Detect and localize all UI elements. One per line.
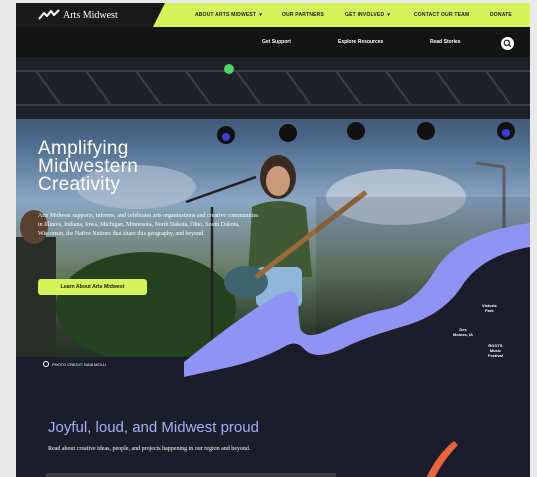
search-button[interactable] — [501, 37, 514, 50]
learn-about-button[interactable]: Learn About Arts Midwest — [38, 279, 147, 295]
chevron-down-icon: ▾ — [387, 12, 390, 18]
nav-contact[interactable]: CONTACT OUR TEAM — [414, 12, 469, 18]
hero-section: Amplifying Midwestern Creativity Arts Mi… — [16, 57, 530, 377]
top-nav: ABOUT ARTS MIDWEST ▾ OUR PARTNERS GET INV… — [153, 3, 530, 27]
page: Arts Midwest ABOUT ARTS MIDWEST ▾ OUR PAR… — [16, 3, 530, 477]
section-title: Joyful, loud, and Midwest proud — [48, 419, 259, 436]
nav-partners[interactable]: OUR PARTNERS — [282, 12, 324, 18]
section-subtitle: Read about creative ideas, people, and p… — [48, 446, 251, 452]
nav-get-involved[interactable]: GET INVOLVED ▾ — [345, 12, 390, 18]
decorative-swoosh — [426, 441, 458, 477]
chevron-down-icon: ▾ — [259, 12, 262, 18]
map-label-victoria-park[interactable]: Victoria Park — [482, 303, 497, 313]
nav-donate[interactable]: DONATE — [490, 12, 512, 18]
logo-link[interactable]: Arts Midwest — [38, 8, 118, 22]
story-thumbnail[interactable] — [46, 473, 336, 477]
secondary-nav: Get Support Explore Resources Read Stori… — [16, 27, 530, 57]
search-icon — [503, 39, 512, 48]
logo-icon — [38, 9, 60, 20]
stories-section: Joyful, loud, and Midwest proud Read abo… — [16, 377, 530, 477]
nav-explore-resources[interactable]: Explore Resources — [338, 39, 383, 45]
top-bar: Arts Midwest ABOUT ARTS MIDWEST ▾ OUR PAR… — [16, 3, 530, 27]
hero-description: Arts Midwest supports, informs, and cele… — [38, 213, 259, 237]
map-label-des-moines[interactable]: Des Moines, IA — [453, 327, 473, 337]
camera-icon — [43, 361, 49, 367]
map-label-roots-festival[interactable]: ROOTS Music Festival — [488, 343, 503, 358]
nav-read-stories[interactable]: Read Stories — [430, 39, 461, 45]
hero-title: Amplifying Midwestern Creativity — [38, 138, 139, 195]
photo-credit: PHOTO CREDIT: NAIA MOLLI — [43, 361, 106, 367]
nav-get-support[interactable]: Get Support — [262, 39, 291, 45]
photo-credit-text: PHOTO CREDIT: NAIA MOLLI — [52, 361, 107, 367]
brand-name: Arts Midwest — [63, 9, 118, 21]
nav-about[interactable]: ABOUT ARTS MIDWEST ▾ — [195, 12, 262, 18]
